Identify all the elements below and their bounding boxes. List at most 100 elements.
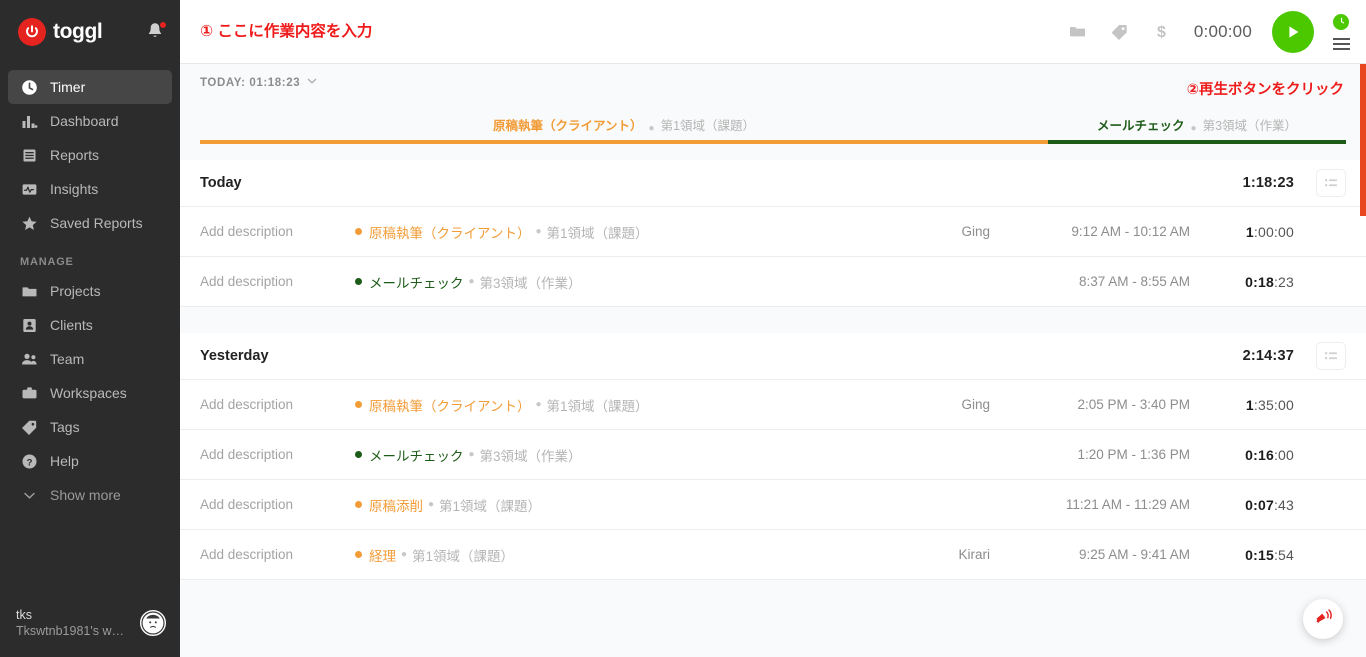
sidebar-item-clients[interactable]: Clients	[8, 308, 172, 342]
sidebar-item-timer[interactable]: Timer	[8, 70, 172, 104]
sidebar-item-help[interactable]: ? Help	[8, 444, 172, 478]
notifications-bell-icon[interactable]	[146, 21, 167, 43]
scrollbar-thumb[interactable]	[1360, 64, 1366, 216]
entry-project[interactable]: 原稿添削 ● 第1領域（課題）	[355, 495, 870, 515]
day-group-header: Yesterday 2:14:37	[180, 333, 1366, 380]
chevron-down-icon	[20, 486, 38, 504]
timeline-task-name: 第1領域（課題）	[660, 119, 756, 133]
sidebar-item-label: Help	[50, 453, 79, 469]
today-total-label[interactable]: TODAY: 01:18:23	[200, 77, 300, 89]
separator-dot: ●	[468, 449, 475, 460]
timer-elapsed[interactable]: 0:00:00	[1194, 22, 1252, 42]
avatar[interactable]	[140, 610, 166, 636]
project-color-dot	[355, 401, 362, 408]
people-icon	[20, 350, 38, 368]
group-entries-toggle[interactable]	[1316, 169, 1346, 197]
time-entry-row[interactable]: Add description メールチェック ● 第3領域（作業） 1:20 PM -…	[180, 430, 1366, 480]
project-name: 原稿添削	[369, 498, 423, 514]
start-timer-play-button[interactable]	[1272, 10, 1314, 53]
sidebar-item-label: Timer	[50, 79, 86, 95]
vertical-scrollbar[interactable]	[1360, 64, 1366, 657]
sidebar-section-manage: MANAGE	[20, 256, 74, 268]
toggl-logo-icon	[18, 18, 46, 46]
sidebar-item-dashboard[interactable]: Dashboard	[8, 104, 172, 138]
entry-duration[interactable]: 1:35:00	[1220, 397, 1294, 413]
sidebar: toggl Timer Dashboard Reports Insights S…	[0, 0, 180, 657]
timer-bar-icons: $	[1068, 22, 1172, 42]
entry-duration[interactable]: 0:16:00	[1220, 447, 1294, 463]
project-color-dot	[355, 228, 362, 235]
task-name: 第1領域（課題）	[412, 548, 515, 564]
entry-time-range[interactable]: 1:20 PM - 1:36 PM	[990, 447, 1190, 462]
entry-project[interactable]: 経理 ● 第1領域（課題）	[355, 545, 870, 565]
sidebar-item-reports[interactable]: Reports	[8, 138, 172, 172]
entry-client: Ging	[961, 224, 990, 239]
dollar-icon[interactable]: $	[1152, 22, 1172, 42]
sidebar-item-tags[interactable]: Tags	[8, 410, 172, 444]
timeline-labels: 原稿執筆（クライアント） ● 第1領域（課題） メールチェック ● 第3領域（作…	[200, 102, 1346, 140]
entry-time-range[interactable]: 9:12 AM - 10:12 AM	[990, 224, 1190, 239]
hamburger-line	[1332, 37, 1350, 40]
sidebar-item-insights[interactable]: Insights	[8, 172, 172, 206]
entry-time-range[interactable]: 11:21 AM - 11:29 AM	[990, 497, 1190, 512]
chevron-down-icon[interactable]	[306, 74, 318, 92]
entry-description[interactable]: Add description	[200, 397, 355, 412]
entry-project[interactable]: 原稿執筆（クライアント） ● 第1領域（課題）	[355, 395, 870, 415]
sidebar-item-projects[interactable]: Projects	[8, 274, 172, 308]
sidebar-item-team[interactable]: Team	[8, 342, 172, 376]
sidebar-item-saved-reports[interactable]: Saved Reports	[8, 206, 172, 240]
timeline-bar-segment[interactable]	[200, 140, 1049, 144]
timer-mode-clock-icon[interactable]	[1333, 13, 1349, 30]
entry-project[interactable]: メールチェック ● 第3領域（作業）	[355, 445, 870, 465]
task-name: 第1領域（課題）	[546, 225, 649, 241]
entry-description[interactable]: Add description	[200, 274, 355, 289]
day-name: Today	[200, 175, 242, 191]
entry-time-range[interactable]: 2:05 PM - 3:40 PM	[990, 397, 1190, 412]
entry-duration[interactable]: 0:18:23	[1220, 274, 1294, 290]
user-info: tks Tkswtnb1981's wo…	[16, 607, 140, 639]
timer-description-input[interactable]	[200, 22, 1068, 41]
sidebar-item-label: Insights	[50, 181, 99, 197]
entry-description[interactable]: Add description	[200, 497, 355, 512]
timeline-segment-label: 原稿執筆（クライアント） ● 第1領域（課題）	[200, 102, 1048, 140]
time-entry-row[interactable]: Add description 原稿執筆（クライアント） ● 第1領域（課題） Ging…	[180, 207, 1366, 257]
sidebar-item-label: Team	[50, 351, 85, 367]
sidebar-item-label: Clients	[50, 317, 93, 333]
clock-icon	[20, 78, 38, 96]
user-name: tks	[16, 608, 32, 622]
time-entry-row[interactable]: Add description 経理 ● 第1領域（課題） Kirari 9:25 AM …	[180, 530, 1366, 580]
pulse-icon	[20, 180, 38, 198]
hamburger-menu-icon[interactable]	[1332, 37, 1350, 50]
time-entry-row[interactable]: Add description 原稿添削 ● 第1領域（課題） 11:21 AM - 1…	[180, 480, 1366, 530]
sidebar-user-footer[interactable]: tks Tkswtnb1981's wo…	[0, 607, 180, 657]
day-timeline: 原稿執筆（クライアント） ● 第1領域（課題） メールチェック ● 第3領域（作…	[180, 102, 1366, 160]
entry-project[interactable]: メールチェック ● 第3領域（作業）	[355, 272, 870, 292]
megaphone-icon	[1313, 606, 1334, 632]
entry-client: Kirari	[958, 547, 990, 562]
sidebar-item-label: Saved Reports	[50, 215, 143, 231]
entry-time-range[interactable]: 8:37 AM - 8:55 AM	[990, 274, 1190, 289]
time-entry-row[interactable]: Add description メールチェック ● 第3領域（作業） 8:37 AM -…	[180, 257, 1366, 307]
entry-time-range[interactable]: 9:25 AM - 9:41 AM	[990, 547, 1190, 562]
timeline-bar-segment[interactable]	[1048, 140, 1346, 144]
time-entry-row[interactable]: Add description 原稿執筆（クライアント） ● 第1領域（課題） Ging…	[180, 380, 1366, 430]
sidebar-item-workspaces[interactable]: Workspaces	[8, 376, 172, 410]
entry-description[interactable]: Add description	[200, 547, 355, 562]
sidebar-item-label: Show more	[50, 487, 121, 503]
entry-description[interactable]: Add description	[200, 447, 355, 462]
entry-duration[interactable]: 1:00:00	[1220, 224, 1294, 240]
sidebar-item-label: Workspaces	[50, 385, 127, 401]
timeline-bars	[200, 140, 1346, 144]
entry-description[interactable]: Add description	[200, 224, 355, 239]
hamburger-line	[1332, 42, 1350, 45]
group-entries-toggle[interactable]	[1316, 342, 1346, 370]
timer-bar: $ 0:00:00	[180, 0, 1366, 64]
folder-icon[interactable]	[1068, 22, 1088, 42]
announcements-fab-button[interactable]	[1303, 599, 1343, 639]
tag-icon[interactable]	[1110, 22, 1130, 42]
entry-project[interactable]: 原稿執筆（クライアント） ● 第1領域（課題）	[355, 222, 870, 242]
sidebar-item-show-more[interactable]: Show more	[8, 478, 172, 512]
entry-duration[interactable]: 0:15:54	[1220, 547, 1294, 563]
entry-duration[interactable]: 0:07:43	[1220, 497, 1294, 513]
project-name: メールチェック	[369, 448, 464, 464]
